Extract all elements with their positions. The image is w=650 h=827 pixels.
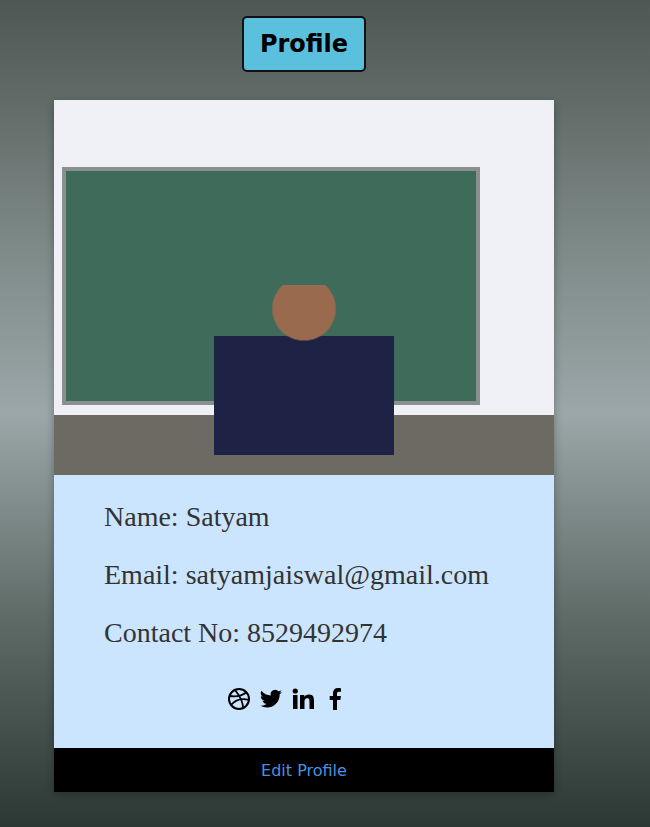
- profile-info: Name: SatyamEmail: satyamjaiswal@gmail.c…: [54, 475, 554, 748]
- profile-field: Email: satyamjaiswal@gmail.com: [104, 546, 534, 604]
- profile-photo: [54, 100, 554, 475]
- page: Profile Name: SatyamEmail: satyamjaiswal@…: [0, 0, 650, 827]
- profile-button[interactable]: Profile: [242, 16, 366, 72]
- linkedin-icon[interactable]: [291, 687, 315, 711]
- profile-card: Name: SatyamEmail: satyamjaiswal@gmail.c…: [54, 100, 554, 792]
- facebook-icon[interactable]: [323, 687, 347, 711]
- dribbble-icon[interactable]: [227, 687, 251, 711]
- profile-field: Contact No: 8529492974: [104, 604, 534, 662]
- profile-field: Name: Satyam: [104, 488, 534, 546]
- person: [214, 285, 394, 455]
- social-links: [104, 687, 534, 711]
- profile-column: Profile Name: SatyamEmail: satyamjaiswal@…: [54, 16, 554, 792]
- edit-profile-link[interactable]: Edit Profile: [261, 761, 347, 780]
- card-footer: Edit Profile: [54, 748, 554, 792]
- twitter-icon[interactable]: [259, 687, 283, 711]
